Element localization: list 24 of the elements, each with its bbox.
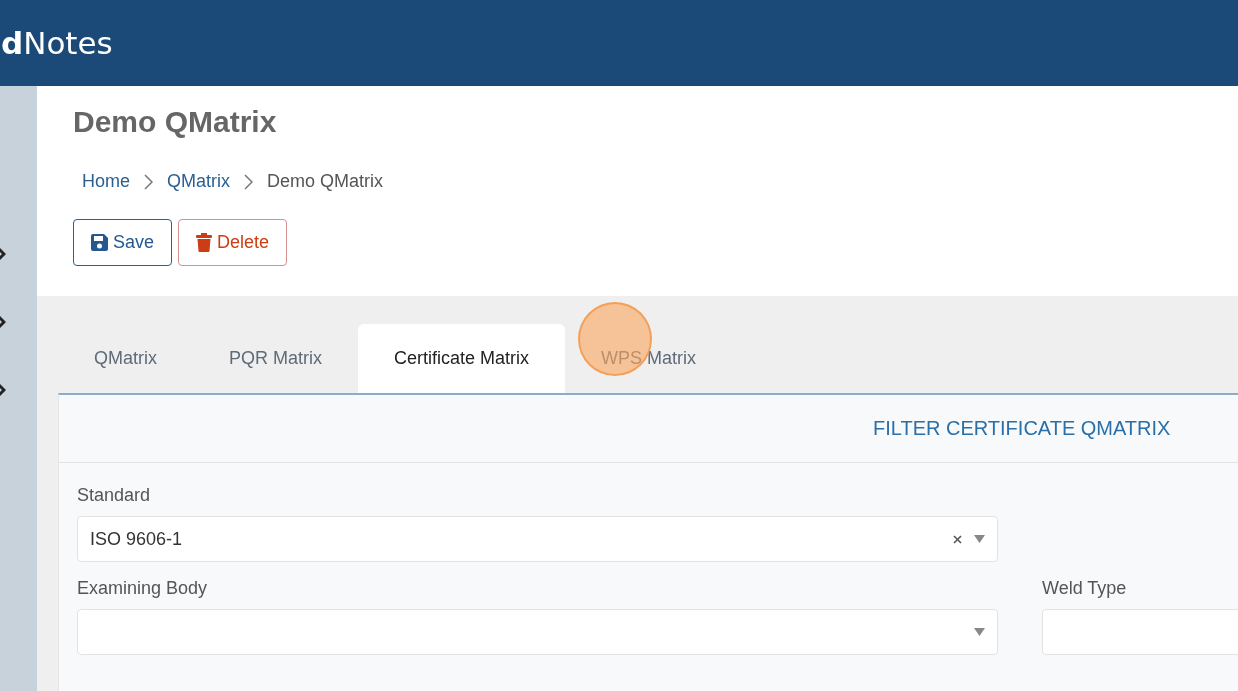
save-button[interactable]: Save — [73, 219, 173, 266]
tab[interactable]: Certificate Matrix — [358, 324, 566, 393]
app-logo[interactable]: dNotes — [1, 25, 113, 61]
select-field[interactable]: ISO 9606-1 — [77, 516, 998, 562]
chevron-right-icon — [144, 173, 153, 190]
tab[interactable]: WPS Matrix — [565, 324, 733, 393]
breadcrumb-link[interactable]: Home — [82, 171, 130, 192]
close-icon[interactable] — [953, 534, 962, 544]
panel-title: FILTER CERTIFICATE QMATRIX — [873, 417, 1171, 440]
tab[interactable]: PQR Matrix — [193, 324, 358, 393]
delete-button[interactable]: Delete — [178, 219, 288, 266]
dropdown-arrow-icon[interactable] — [974, 628, 985, 636]
field-value: ISO 9606-1 — [90, 528, 184, 550]
field-label: Weld Type — [1042, 578, 1128, 599]
dropdown-arrow-icon[interactable] — [974, 535, 985, 543]
page-title: Demo QMatrix — [73, 104, 277, 140]
field-label: Examining Body — [77, 578, 209, 599]
tab[interactable]: QMatrix — [58, 324, 193, 393]
trash-icon — [196, 233, 213, 252]
field-label: Standard — [77, 485, 152, 506]
select-field[interactable] — [77, 609, 998, 655]
breadcrumb-link[interactable]: QMatrix — [167, 171, 230, 192]
breadcrumb-current: Demo QMatrix — [267, 171, 384, 192]
chevron-right-icon — [244, 173, 253, 190]
